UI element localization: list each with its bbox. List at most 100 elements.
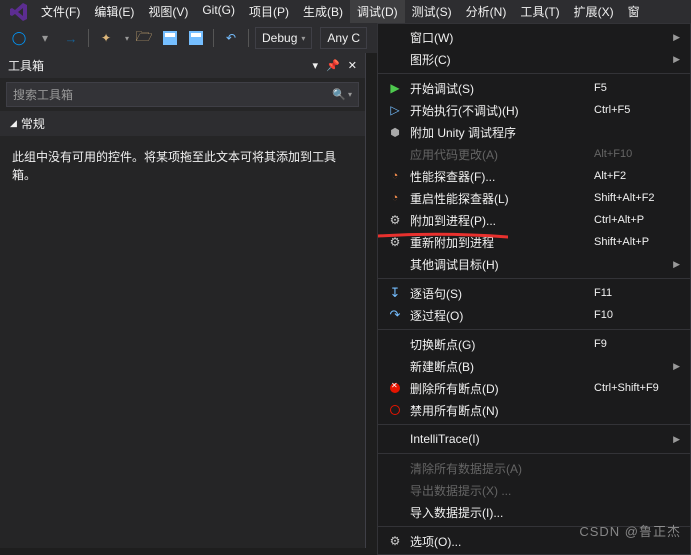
step-over-icon: ↷ [384, 307, 406, 323]
new-item-icon[interactable]: ✦ [95, 27, 117, 49]
menu-shortcut: Alt+F2 [594, 170, 684, 182]
separator [248, 29, 249, 47]
menu-item-label: 开始执行(不调试)(H) [406, 102, 594, 119]
save-icon[interactable] [159, 27, 181, 49]
menu-item: 清除所有数据提示(A) [378, 457, 690, 479]
menu-item: 导出数据提示(X) ... [378, 479, 690, 501]
menu-item[interactable]: ✕删除所有断点(D)Ctrl+Shift+F9 [378, 377, 690, 399]
menu-item-label: 附加 Unity 调试程序 [406, 124, 684, 141]
menu-item-label: 切换断点(G) [406, 336, 594, 353]
watermark: CSDN @鲁正杰 [579, 521, 681, 540]
submenu-arrow-icon: ▶ [673, 434, 680, 445]
menubar: 文件(F)编辑(E)视图(V)Git(G)项目(P)生成(B)调试(D)测试(S… [0, 0, 691, 23]
menu-item[interactable]: 窗 [621, 0, 647, 23]
menu-shortcut: F10 [594, 309, 684, 321]
menu-item-label: IntelliTrace(I) [406, 432, 673, 446]
menu-item[interactable]: ◔重启性能探查器(L)Shift+Alt+F2 [378, 187, 690, 209]
submenu-arrow-icon: ▶ [673, 54, 680, 65]
menu-shortcut: F9 [594, 338, 684, 350]
menu-item[interactable]: ↧逐语句(S)F11 [378, 282, 690, 304]
menu-item[interactable]: 图形(C)▶ [378, 48, 690, 70]
close-icon[interactable]: ✕ [348, 59, 357, 72]
menu-shortcut: F11 [594, 287, 684, 299]
search-toolbox-input[interactable]: 搜索工具箱 🔍▾ [6, 82, 359, 107]
menu-shortcut: F5 [594, 82, 684, 94]
panel-header: 工具箱 ▾ 📌 ✕ [0, 53, 365, 78]
perf-icon: ◔ [384, 192, 406, 204]
menu-item[interactable]: 视图(V) [141, 0, 195, 23]
menu-item[interactable]: 工具(T) [513, 0, 566, 23]
tree-root-item[interactable]: ◢ 常规 [0, 111, 365, 136]
menu-shortcut: Ctrl+F5 [594, 104, 684, 116]
menu-item-label: 附加到进程(P)... [406, 212, 594, 229]
highlight-underline [378, 228, 508, 231]
menu-separator [378, 329, 690, 330]
menu-item[interactable]: 调试(D) [350, 0, 405, 23]
dropdown-icon[interactable]: ▾ [313, 59, 319, 72]
play-green-icon: ▶ [384, 81, 406, 95]
dropdown-arrow-icon[interactable]: ▾ [125, 34, 129, 43]
search-icon: 🔍 [332, 88, 346, 101]
menu-item[interactable]: 生成(B) [296, 0, 350, 23]
bp-del-icon: ✕ [384, 383, 406, 393]
menu-item[interactable]: 编辑(E) [87, 0, 141, 23]
nav-back-icon[interactable]: ◯ [8, 27, 30, 49]
menu-item[interactable]: Git(G) [195, 0, 242, 23]
menu-item-label: 应用代码更改(A) [406, 146, 594, 163]
menu-item[interactable]: 分析(N) [459, 0, 514, 23]
empty-message: 此组中没有可用的控件。将某项拖至此文本可将其添加到工具箱。 [0, 136, 365, 196]
menu-item[interactable]: 新建断点(B)▶ [378, 355, 690, 377]
pin-icon[interactable]: 📌 [326, 59, 340, 72]
separator [213, 29, 214, 47]
menu-item[interactable]: ↷逐过程(O)F10 [378, 304, 690, 326]
menu-item-label: 重启性能探查器(L) [406, 190, 594, 207]
menu-item[interactable]: ▶开始调试(S)F5 [378, 77, 690, 99]
config-dropdown[interactable]: Debug▾ [255, 27, 312, 49]
menu-item[interactable]: 项目(P) [242, 0, 296, 23]
nav-forward-icon[interactable]: → [60, 27, 82, 49]
menu-item[interactable]: 窗口(W)▶ [378, 26, 690, 48]
vs-logo-icon [8, 3, 30, 21]
save-all-icon[interactable] [185, 27, 207, 49]
menu-item-label: 导入数据提示(I)... [406, 504, 684, 521]
menu-item[interactable]: 文件(F) [34, 0, 87, 23]
menu-item: 应用代码更改(A)Alt+F10 [378, 143, 690, 165]
menu-item[interactable]: 其他调试目标(H)▶ [378, 253, 690, 275]
debug-menu-dropdown: 窗口(W)▶图形(C)▶▶开始调试(S)F5▷开始执行(不调试)(H)Ctrl+… [377, 23, 691, 555]
submenu-arrow-icon: ▶ [673, 259, 680, 270]
menu-item[interactable]: 禁用所有断点(N) [378, 399, 690, 421]
menu-item[interactable]: ⬢附加 Unity 调试程序 [378, 121, 690, 143]
step-into-icon: ↧ [384, 285, 406, 301]
menu-item-label: 逐语句(S) [406, 285, 594, 302]
gear-icon: ⚙ [384, 534, 406, 548]
menu-item[interactable]: 切换断点(G)F9 [378, 333, 690, 355]
menu-item-label: 图形(C) [406, 51, 673, 68]
toolbox-panel: 工具箱 ▾ 📌 ✕ 搜索工具箱 🔍▾ ◢ 常规 此组中没有可用的控件。将某项拖至… [0, 53, 366, 548]
menu-item[interactable]: ▷开始执行(不调试)(H)Ctrl+F5 [378, 99, 690, 121]
menu-item-label: 其他调试目标(H) [406, 256, 673, 273]
platform-dropdown[interactable]: Any C [320, 27, 367, 49]
unity-icon: ⬢ [384, 126, 406, 139]
menu-item[interactable]: 扩展(X) [567, 0, 621, 23]
menu-item[interactable]: IntelliTrace(I)▶ [378, 428, 690, 450]
panel-title: 工具箱 [8, 57, 313, 74]
nav-back-arrow-icon[interactable]: ▾ [34, 27, 56, 49]
menu-item-label: 禁用所有断点(N) [406, 402, 684, 419]
menu-item[interactable]: 导入数据提示(I)... [378, 501, 690, 523]
menu-item-label: 新建断点(B) [406, 358, 673, 375]
tree-root-label: 常规 [21, 115, 45, 132]
menu-item-label: 清除所有数据提示(A) [406, 460, 684, 477]
undo-icon[interactable]: ↶ [220, 27, 242, 49]
menu-shortcut: Alt+F10 [594, 148, 684, 160]
menu-item-label: 导出数据提示(X) ... [406, 482, 684, 499]
menu-item-label: 开始调试(S) [406, 80, 594, 97]
menu-item-label: 性能探查器(F)... [406, 168, 594, 185]
open-folder-icon[interactable]: 🗁 [133, 27, 155, 49]
menu-item[interactable]: 测试(S) [405, 0, 459, 23]
perf-icon: ◔ [384, 170, 406, 182]
menu-item[interactable]: ◔性能探查器(F)...Alt+F2 [378, 165, 690, 187]
menu-separator [378, 424, 690, 425]
menu-shortcut: Shift+Alt+P [594, 236, 684, 248]
menu-item-label: 逐过程(O) [406, 307, 594, 324]
play-outline-icon: ▷ [384, 103, 406, 117]
